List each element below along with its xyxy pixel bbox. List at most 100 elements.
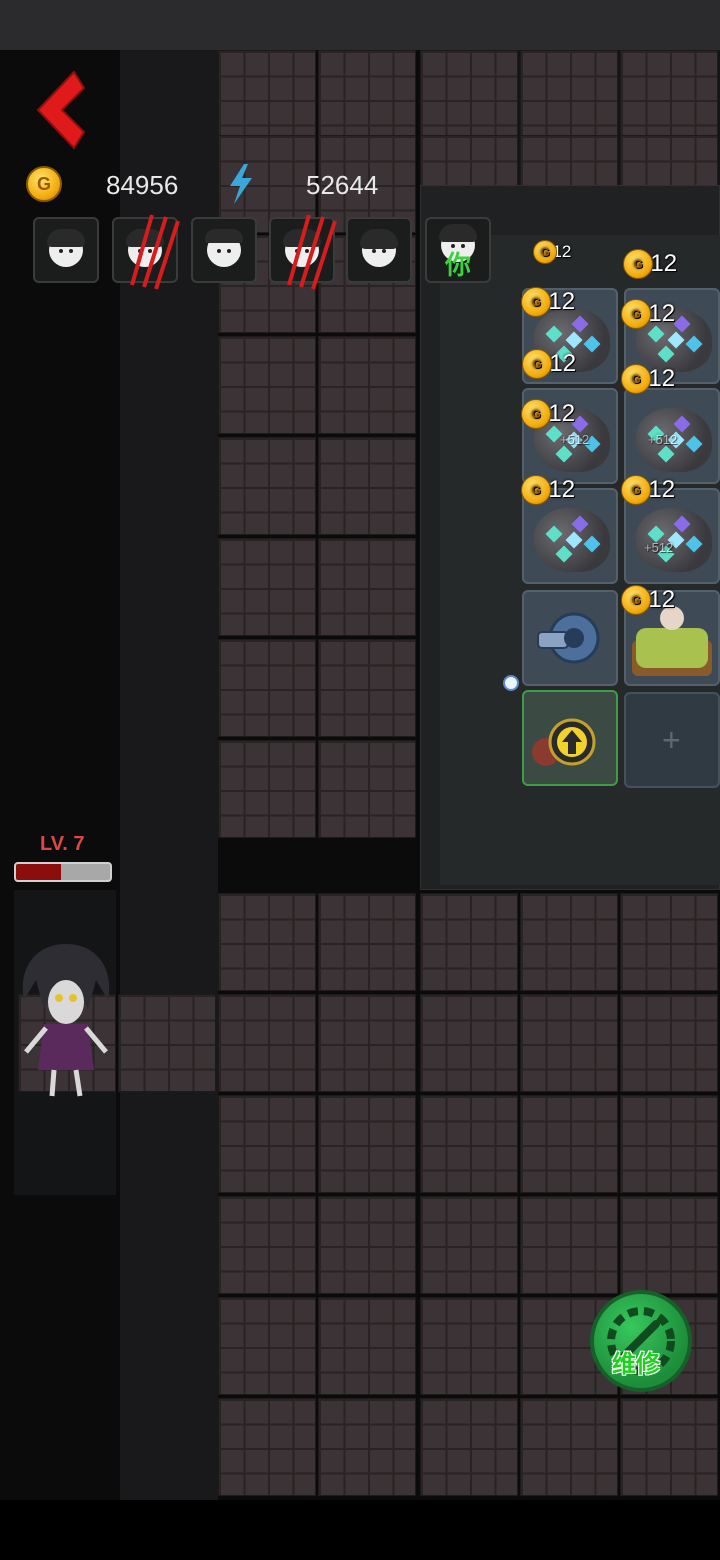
floor-tile bbox=[318, 994, 416, 1092]
ghost-enemy[interactable] bbox=[14, 940, 118, 1105]
player-face-icon bbox=[205, 229, 243, 267]
floating-reward: G+512 bbox=[623, 249, 677, 279]
floor-tile bbox=[520, 1398, 618, 1496]
floor-tile bbox=[318, 639, 416, 737]
floor-tile bbox=[520, 994, 618, 1092]
gold-coin-icon: G bbox=[26, 166, 62, 202]
floor-tile bbox=[218, 639, 316, 737]
floor-tile bbox=[420, 1095, 518, 1193]
player-avatar-2[interactable] bbox=[112, 214, 180, 290]
claw-mark-icon bbox=[130, 214, 180, 290]
faint-reward: +512 bbox=[648, 432, 678, 447]
turret-projectile bbox=[503, 675, 519, 691]
enemy-level-label: LV. 7 bbox=[40, 833, 85, 855]
floor-tile bbox=[620, 1196, 718, 1294]
gold-coin-icon: G bbox=[621, 299, 651, 329]
energy-value: 52644 bbox=[306, 170, 379, 200]
ghost-icon bbox=[22, 944, 110, 1097]
upgrade-slot[interactable] bbox=[522, 690, 618, 786]
floor-tile bbox=[218, 740, 316, 838]
floor-tile bbox=[318, 437, 416, 535]
empty-build-slot[interactable]: + bbox=[624, 692, 720, 788]
floor-tile bbox=[318, 1196, 416, 1294]
system-status-bar bbox=[0, 0, 720, 50]
floor-tile bbox=[620, 1095, 718, 1193]
floor-tile bbox=[318, 1297, 416, 1395]
gold-coin-icon: G bbox=[533, 240, 557, 264]
floating-reward: G+512 bbox=[621, 475, 675, 505]
player-avatar-1[interactable] bbox=[33, 217, 99, 283]
faint-reward: +512 bbox=[560, 432, 590, 447]
floor-tile bbox=[420, 1297, 518, 1395]
player-avatar-3[interactable] bbox=[191, 217, 257, 283]
floor-tile bbox=[620, 893, 718, 991]
lightning-icon bbox=[226, 164, 256, 209]
floor-tile bbox=[218, 1196, 316, 1294]
floor-tile bbox=[620, 1398, 718, 1496]
floor-tile bbox=[318, 538, 416, 636]
navigation-bar bbox=[0, 1500, 720, 1560]
floor-tile bbox=[520, 50, 618, 148]
enemy-health-bar bbox=[14, 862, 112, 882]
floor-tile bbox=[218, 437, 316, 535]
floating-reward: G+512 bbox=[621, 364, 675, 394]
floor-tile bbox=[318, 336, 416, 434]
floor-tile bbox=[218, 336, 316, 434]
floor-tile bbox=[318, 740, 416, 838]
floor-tile bbox=[420, 1196, 518, 1294]
turret-slot[interactable] bbox=[522, 590, 618, 686]
chevron-left-icon bbox=[36, 70, 86, 150]
gold-coin-icon: G bbox=[522, 349, 552, 379]
upgrade-arrow-icon bbox=[532, 718, 596, 766]
claw-mark-icon bbox=[287, 214, 337, 290]
floor-tile bbox=[218, 994, 316, 1092]
floor-tile bbox=[218, 538, 316, 636]
self-marker-label: 你 bbox=[445, 250, 472, 280]
repair-button-label: 维修 bbox=[612, 1351, 660, 1378]
floor-tile bbox=[420, 994, 518, 1092]
back-button[interactable] bbox=[30, 68, 90, 152]
floor-tile bbox=[520, 1095, 618, 1193]
floor-tile bbox=[218, 1398, 316, 1496]
floor-tile bbox=[318, 893, 416, 991]
gold-coin-icon: G bbox=[621, 585, 651, 615]
gold-coin-icon: G bbox=[521, 475, 551, 505]
floor-tile bbox=[218, 50, 316, 148]
floor-tile bbox=[318, 1095, 416, 1193]
floor-tile bbox=[420, 1398, 518, 1496]
ore-icon bbox=[534, 508, 610, 572]
gold-value: 84956 bbox=[106, 170, 179, 200]
gold-coin-icon: G bbox=[521, 287, 551, 317]
turret-icon bbox=[537, 612, 600, 664]
floor-tile bbox=[218, 1095, 316, 1193]
floor-tile bbox=[118, 994, 216, 1092]
floor-tile bbox=[420, 50, 518, 148]
gold-coin-icon: G bbox=[623, 249, 653, 279]
floor-tile bbox=[520, 893, 618, 991]
floor-tile bbox=[218, 1297, 316, 1395]
enemy-health-fill bbox=[16, 864, 62, 880]
floating-reward: G+512 bbox=[522, 349, 576, 379]
floating-reward: G+512 bbox=[521, 475, 575, 505]
floating-reward: G+512 bbox=[521, 287, 575, 317]
floor-tile bbox=[620, 50, 718, 148]
floating-reward: G+512 bbox=[621, 585, 675, 615]
player-avatar-self[interactable]: 你 bbox=[425, 217, 491, 283]
gold-coin-icon: G bbox=[621, 364, 651, 394]
player-avatar-4[interactable] bbox=[269, 214, 337, 290]
floating-reward: G+512 bbox=[621, 299, 675, 329]
player-face-icon bbox=[360, 229, 398, 267]
floor-tile bbox=[218, 893, 316, 991]
floor-tile bbox=[318, 1398, 416, 1496]
floating-reward: G+512 bbox=[521, 399, 575, 429]
floor-tile bbox=[620, 994, 718, 1092]
floor-tile bbox=[420, 893, 518, 991]
gold-coin-icon: G bbox=[521, 399, 551, 429]
gold-coin-icon: G bbox=[621, 475, 651, 505]
faint-reward: +512 bbox=[644, 540, 674, 555]
player-avatar-5[interactable] bbox=[346, 217, 412, 283]
add-icon: + bbox=[662, 722, 681, 758]
player-face-icon bbox=[47, 229, 85, 267]
floor-tile bbox=[318, 50, 416, 148]
floating-reward: G+512 bbox=[533, 240, 571, 264]
